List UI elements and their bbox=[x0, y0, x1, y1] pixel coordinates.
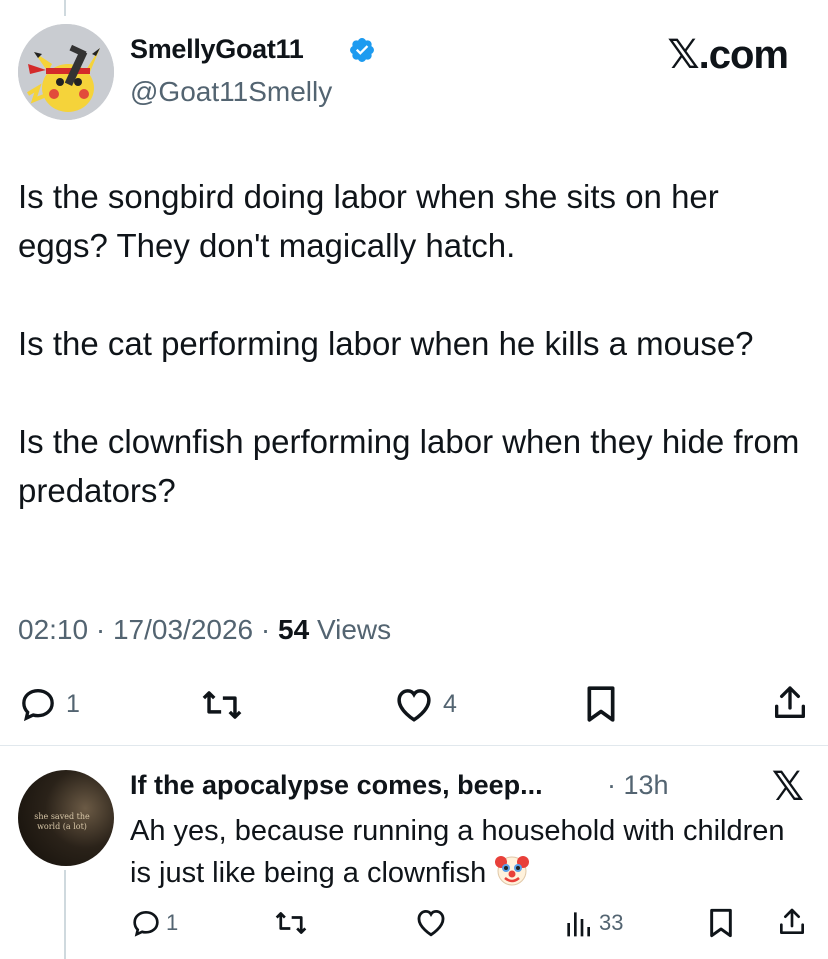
display-name[interactable]: SmellyGoat11 bbox=[130, 34, 304, 65]
share-icon bbox=[780, 908, 804, 934]
reply-like-button[interactable] bbox=[414, 906, 448, 938]
heart-icon bbox=[417, 909, 445, 937]
reply-share-button[interactable] bbox=[776, 905, 808, 939]
thread-line bbox=[64, 870, 66, 959]
meta-separator: · bbox=[95, 614, 106, 645]
user-handle[interactable]: @Goat11Smelly bbox=[130, 76, 332, 108]
tweet-meta: 02:10 · 17/03/2026 · 54 Views bbox=[18, 614, 391, 646]
retweet-button[interactable] bbox=[200, 686, 244, 724]
reply-bookmark-button[interactable] bbox=[707, 907, 735, 939]
tweet-time[interactable]: 02:10 bbox=[18, 614, 88, 645]
reply-views-button[interactable]: 33 bbox=[563, 907, 623, 939]
bookmark-icon bbox=[587, 686, 615, 722]
reply-views-count: 33 bbox=[599, 910, 624, 935]
reply-display-name[interactable]: If the apocalypse comes, beep... bbox=[130, 770, 543, 801]
thread-line-top bbox=[64, 0, 66, 16]
tweet-date[interactable]: 17/03/2026 bbox=[113, 614, 253, 645]
tweet-paragraph: Is the songbird doing labor when she sit… bbox=[18, 178, 719, 264]
reply-time[interactable]: · 13h bbox=[607, 770, 669, 801]
reply-reply-button[interactable]: 1 bbox=[130, 907, 178, 939]
analytics-icon bbox=[567, 912, 590, 937]
bookmark-icon bbox=[710, 908, 732, 938]
meta-separator: · bbox=[260, 614, 271, 645]
views-label: Views bbox=[316, 614, 392, 645]
verified-badge-icon bbox=[350, 38, 374, 62]
x-logo-icon: 𝕏 bbox=[771, 765, 804, 809]
reply-retweet-button[interactable] bbox=[273, 908, 309, 938]
clown-face-icon bbox=[495, 856, 530, 886]
reply-count: 1 bbox=[66, 689, 80, 718]
avatar[interactable] bbox=[18, 24, 114, 120]
tweet-text: Is the songbird doing labor when she sit… bbox=[18, 172, 808, 515]
reply-avatar[interactable]: she saved the world (a lot) bbox=[18, 770, 114, 866]
share-icon bbox=[775, 686, 805, 718]
tweet-paragraph: Is the clownfish performing labor when t… bbox=[18, 423, 800, 509]
reply-reply-count: 1 bbox=[166, 910, 179, 935]
share-button[interactable] bbox=[770, 682, 810, 724]
reply-text: Ah yes, because running a household with… bbox=[130, 810, 790, 894]
reply-icon bbox=[133, 910, 159, 937]
avatar-caption: she saved the world (a lot) bbox=[34, 812, 90, 831]
heart-icon bbox=[397, 689, 431, 722]
divider bbox=[0, 745, 828, 746]
reply-button[interactable]: 1 bbox=[18, 684, 80, 724]
like-button[interactable]: 4 bbox=[393, 684, 457, 724]
like-count: 4 bbox=[443, 689, 457, 718]
retweet-icon bbox=[275, 912, 307, 934]
views-count: 54 bbox=[278, 614, 310, 645]
bookmark-button[interactable] bbox=[583, 684, 619, 724]
pikachu-avatar-icon bbox=[18, 24, 114, 120]
x-brand-logo: 𝕏.com bbox=[667, 33, 789, 77]
retweet-icon bbox=[202, 691, 242, 719]
reply-icon bbox=[22, 688, 54, 722]
tweet-paragraph: Is the cat performing labor when he kill… bbox=[18, 325, 754, 362]
reply-text-content: Ah yes, because running a household with… bbox=[130, 815, 785, 889]
